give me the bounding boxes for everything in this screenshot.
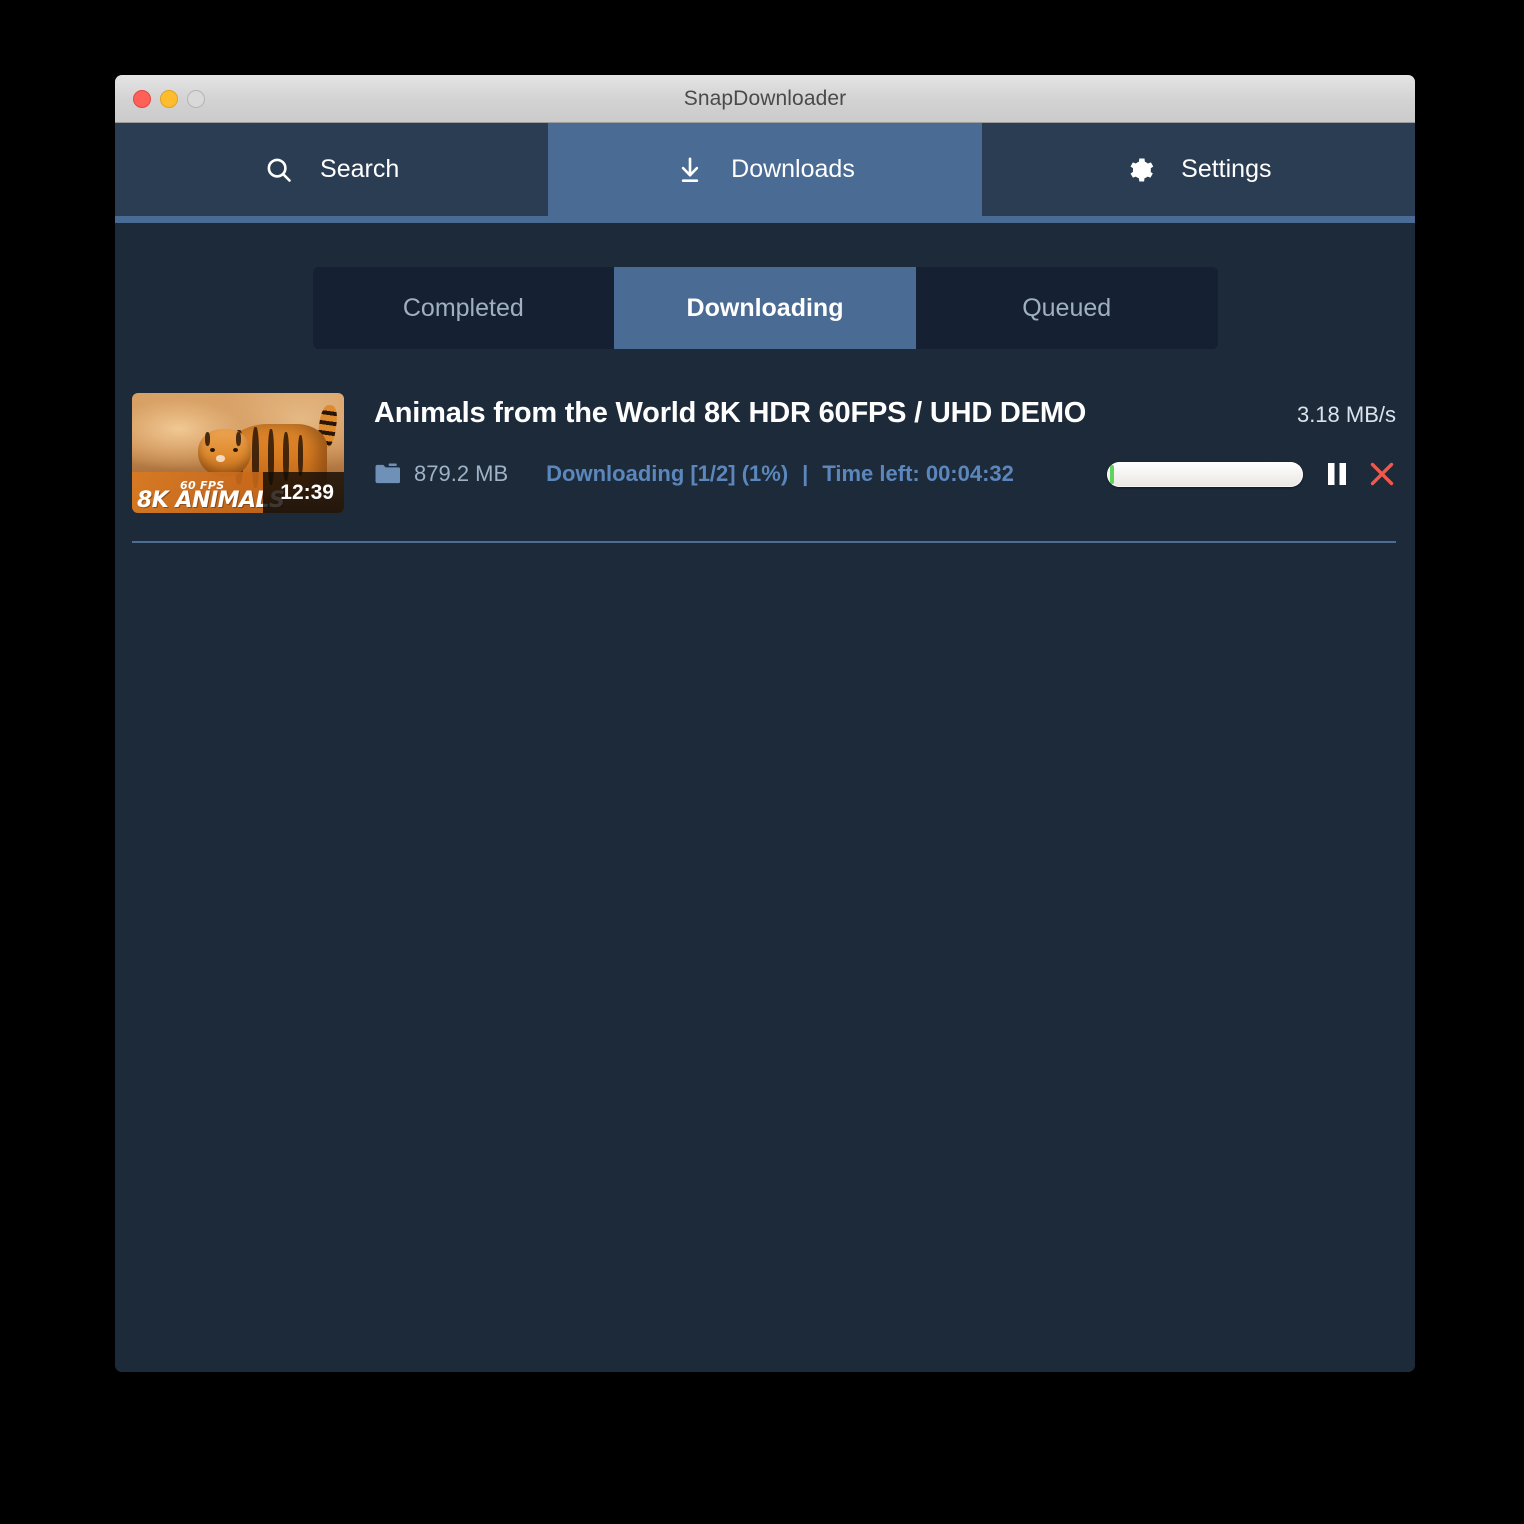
download-item-status-row: 879.2 MB Downloading [1/2] (1%) | Time l… [374, 460, 1396, 488]
window-title: SnapDownloader [683, 86, 847, 110]
thumbnail-title-badge: 60 FPS 8K ANIMALS [132, 472, 285, 513]
download-status: Downloading [1/2] (1%) [546, 461, 789, 486]
tab-queued[interactable]: Queued [915, 267, 1218, 349]
download-time-left: Time left: 00:04:32 [822, 461, 1014, 486]
gear-icon [1125, 155, 1155, 185]
search-icon [264, 155, 294, 185]
download-title: Animals from the World 8K HDR 60FPS / UH… [374, 397, 1087, 429]
download-item[interactable]: 60 FPS 8K ANIMALS 12:39 Animals from the… [115, 393, 1415, 513]
content-area: Completed Downloading Queued 60 FPS 8K A… [115, 223, 1415, 1372]
download-size: 879.2 MB [414, 461, 509, 486]
list-divider [132, 541, 1396, 543]
traffic-lights [133, 89, 205, 108]
status-separator: | [802, 461, 809, 486]
download-speed: 3.18 MB/s [1296, 402, 1396, 427]
tab-downloading[interactable]: Downloading [614, 267, 916, 349]
folder-icon[interactable] [374, 463, 400, 485]
screen: SnapDownloader Search Downloads Settings… [0, 0, 1524, 1524]
nav-label-settings: Settings [1181, 155, 1272, 183]
download-icon [675, 155, 705, 185]
nav-item-settings[interactable]: Settings [981, 123, 1415, 216]
main-nav: Search Downloads Settings [115, 123, 1415, 216]
download-list: 60 FPS 8K ANIMALS 12:39 Animals from the… [115, 393, 1415, 543]
download-progress-bar [1107, 461, 1303, 487]
nav-item-search[interactable]: Search [115, 123, 549, 216]
window-titlebar: SnapDownloader [115, 75, 1415, 123]
tab-completed[interactable]: Completed [312, 267, 615, 349]
download-item-details: Animals from the World 8K HDR 60FPS / UH… [374, 393, 1396, 513]
download-filter-tabs: Completed Downloading Queued [312, 267, 1218, 349]
cancel-button[interactable] [1368, 460, 1396, 488]
thumbnail-badge-label: 8K ANIMALS [137, 488, 285, 513]
nav-label-downloads: Downloads [731, 155, 855, 183]
video-thumbnail[interactable]: 60 FPS 8K ANIMALS 12:39 [132, 393, 344, 513]
download-filter-tabs-wrap: Completed Downloading Queued [115, 223, 1415, 349]
thumbnail-duration: 12:39 [280, 481, 334, 504]
tiger-head-decoration [197, 429, 251, 477]
nav-label-search: Search [320, 155, 400, 183]
download-progress-fill [1110, 464, 1114, 484]
pause-button[interactable] [1326, 461, 1348, 487]
download-item-header: Animals from the World 8K HDR 60FPS / UH… [374, 397, 1396, 430]
nav-active-underline [115, 216, 1415, 223]
close-window-button[interactable] [133, 89, 151, 108]
zoom-window-button[interactable] [187, 89, 205, 108]
minimize-window-button[interactable] [160, 89, 178, 108]
nav-item-downloads[interactable]: Downloads [548, 123, 982, 216]
app-window: SnapDownloader Search Downloads Settings… [115, 75, 1415, 1372]
